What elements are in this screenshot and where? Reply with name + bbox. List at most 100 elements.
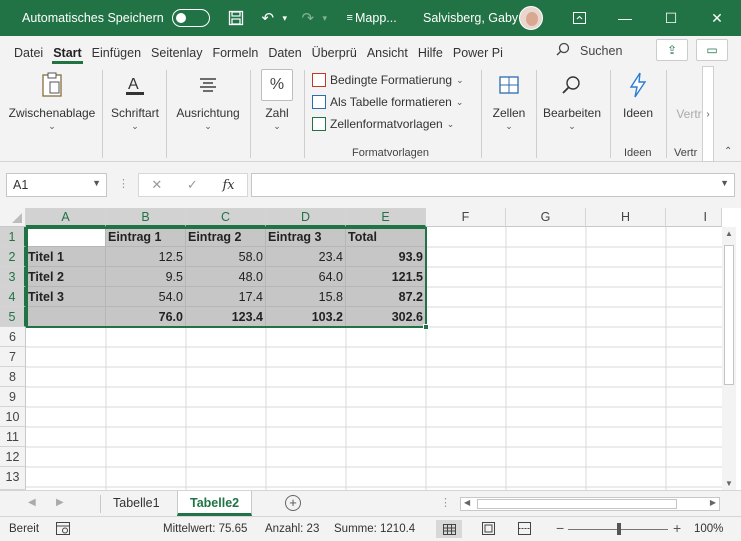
column-header[interactable]: A [26,208,106,227]
row-header[interactable]: 7 [0,347,26,367]
avatar-face [526,12,538,26]
cancel-icon[interactable]: ✕ [151,177,162,193]
page-break-icon[interactable] [518,522,531,538]
enter-icon[interactable]: ✓ [187,177,198,193]
zoom-level[interactable]: 100% [694,523,723,535]
ribbon-separator [304,70,305,158]
autosave-toggle[interactable] [171,9,210,27]
zoom-slider-knob[interactable] [617,523,621,535]
ideas-button[interactable]: Ideen [622,66,654,120]
sheet-tab-tabelle2[interactable]: Tabelle2 [177,491,253,516]
tab-ueberpruefen[interactable]: Überprü [307,46,362,66]
row-header[interactable]: 1 [0,227,26,247]
column-header[interactable]: B [106,208,186,227]
close-button[interactable]: ✕ [694,0,740,36]
insert-function-icon[interactable]: fx [222,178,234,193]
status-average[interactable]: Mittelwert: 75.65 [163,523,247,535]
status-count[interactable]: Anzahl: 23 [265,523,319,535]
user-name[interactable]: Salvisberg, Gaby [423,11,518,25]
sheet-tab-tabelle1[interactable]: Tabelle1 [101,491,172,516]
ribbon-scroll-right-icon[interactable]: › [702,66,714,162]
row-header[interactable]: 5 [0,307,26,327]
conditional-formatting-button[interactable]: Bedingte Formatierung ⌄ [312,69,464,91]
column-header[interactable]: I [666,208,722,227]
tab-seitenlayout[interactable]: Seitenlay [146,46,207,66]
zoom-out-icon[interactable]: − [556,520,564,536]
select-all-button[interactable] [0,208,26,227]
comments-button[interactable]: ▭ [696,39,728,61]
tab-hilfe[interactable]: Hilfe [413,46,448,66]
save-icon[interactable] [224,6,248,30]
chevron-down-icon[interactable]: ▼ [92,178,101,188]
expand-formula-bar-icon[interactable]: ▼ [720,178,729,188]
redo-icon[interactable]: ↷ [296,6,320,30]
tab-power-pivot[interactable]: Power Pi [448,46,508,66]
tab-ansicht[interactable]: Ansicht [362,46,413,66]
vertical-scrollbar[interactable]: ▲ ▼ [722,227,736,490]
scroll-right-icon[interactable]: ▶ [710,498,716,507]
worksheet-grid[interactable]: A B C D E F G H I 1 2 3 4 5 6 7 8 9 10 1… [0,208,741,490]
horizontal-scroll-thumb[interactable] [477,499,677,509]
row-header[interactable]: 3 [0,267,26,287]
redo-dropdown-icon[interactable]: ▾ [320,6,330,30]
column-header[interactable]: E [346,208,426,227]
row-header[interactable]: 10 [0,407,26,427]
row-header[interactable]: 12 [0,447,26,467]
search-box[interactable]: Suchen [556,42,622,59]
column-header[interactable]: G [506,208,586,227]
editing-button[interactable]: Bearbeiten ⌄ [543,66,601,132]
formula-input[interactable]: ▼ [251,173,735,197]
horizontal-scrollbar[interactable]: ◀ ▶ [460,497,720,511]
status-sum[interactable]: Summe: 1210.4 [334,523,415,535]
row-header[interactable]: 2 [0,247,26,267]
undo-icon[interactable]: ↶ [256,6,280,30]
row-header[interactable]: 11 [0,427,26,447]
prev-sheet-icon[interactable]: ◀ [28,497,36,508]
ribbon-display-options-icon[interactable] [556,0,602,36]
tab-formeln[interactable]: Formeln [207,46,263,66]
column-header[interactable]: C [186,208,266,227]
file-name[interactable]: Mapp... [355,11,397,25]
row-header[interactable]: 9 [0,387,26,407]
vertical-scroll-thumb[interactable] [724,245,734,385]
avatar[interactable] [519,6,543,30]
cells-icon [493,69,525,101]
cell-styles-button[interactable]: Zellenformatvorlagen ⌄ [312,113,454,135]
font-button[interactable]: A Schriftart ⌄ [111,66,159,132]
number-button[interactable]: % Zahl ⌄ [261,66,293,132]
share-button[interactable]: ⇪ [656,39,688,61]
drag-handle-icon[interactable]: ⋮ [118,177,129,190]
page-layout-icon[interactable] [482,522,495,538]
drag-handle-icon[interactable]: ⋮ [440,496,451,509]
row-header[interactable]: 13 [0,467,26,490]
scroll-up-icon[interactable]: ▲ [725,229,733,238]
column-header[interactable]: D [266,208,346,227]
add-sheet-icon[interactable]: + [285,495,301,511]
next-sheet-icon[interactable]: ▶ [56,497,64,508]
restore-button[interactable]: ☐ [648,0,694,36]
undo-dropdown-icon[interactable]: ▾ [280,6,290,30]
alignment-button[interactable]: Ausrichtung ⌄ [176,66,240,132]
accessibility-icon[interactable] [56,522,70,538]
scroll-down-icon[interactable]: ▼ [725,479,733,488]
format-as-table-button[interactable]: Als Tabelle formatieren ⌄ [312,91,463,113]
tab-datei[interactable]: Datei [9,46,48,66]
collapse-ribbon-icon[interactable]: ⌃ [724,146,732,157]
column-header[interactable]: H [586,208,666,227]
tab-daten[interactable]: Daten [263,46,306,66]
zoom-in-icon[interactable]: + [673,520,681,536]
confidential-label[interactable]: Vertr [676,107,701,121]
name-box[interactable]: A1 ▼ [6,173,107,197]
cells-button[interactable]: Zellen ⌄ [493,66,525,132]
row-header[interactable]: 6 [0,327,26,347]
row-header[interactable]: 4 [0,287,26,307]
row-header[interactable]: 8 [0,367,26,387]
normal-view-icon[interactable] [436,520,462,538]
tab-start[interactable]: Start [48,46,86,66]
column-header[interactable]: F [426,208,506,227]
tab-einfuegen[interactable]: Einfügen [87,46,146,66]
clipboard-button[interactable]: Zwischenablage ⌄ [9,66,95,132]
scroll-left-icon[interactable]: ◀ [464,498,470,507]
fill-handle[interactable] [423,324,429,330]
minimize-button[interactable]: — [602,0,648,36]
